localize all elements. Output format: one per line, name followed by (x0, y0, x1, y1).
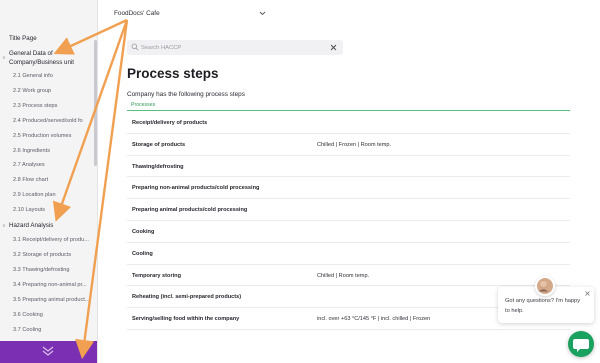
chat-launcher-button[interactable] (568, 331, 594, 357)
chat-message: Got any questions? I'm happy to help. (505, 298, 581, 314)
search-input[interactable] (141, 42, 321, 53)
process-name: Reheating (incl. semi-prepared products) (132, 294, 242, 301)
table-row[interactable]: Cooling (127, 243, 570, 265)
close-icon[interactable] (329, 43, 338, 52)
workspace-selector[interactable]: FoodDocs' Cafe (114, 10, 160, 17)
sidebar-item[interactable]: 2.1 General info (13, 73, 53, 79)
process-name: Thawing/defrosting (132, 163, 184, 170)
chevron-down-icon[interactable]: ∨ (2, 223, 6, 229)
sidebar-item[interactable]: 3.6 Cooking (13, 312, 43, 318)
sidebar-item[interactable]: 3.2 Storage of products (13, 252, 71, 258)
tab-processes[interactable]: Processes (131, 102, 155, 108)
sidebar-item[interactable]: 3.5 Preparing animal product... (13, 297, 90, 303)
process-name: Preparing non-animal products/cold proce… (132, 185, 260, 192)
sidebar-item[interactable]: 2.4 Produced/served/sold fo (13, 118, 83, 124)
table-row[interactable]: Thawing/defrosting (127, 156, 570, 178)
process-name: Receipt/delivery of products (132, 120, 208, 126)
sidebar-section-general-data[interactable]: General Data of Company/Business unit (9, 50, 89, 67)
table-row[interactable]: Preparing animal products/cold processin… (127, 199, 570, 221)
storage-conditions: Chilled | Room temp. (317, 272, 370, 279)
table-row[interactable]: Receipt/delivery of products (127, 112, 570, 134)
storage-conditions: Chilled | Frozen | Room temp. (317, 141, 392, 148)
sidebar-item[interactable]: 3.1 Receipt/delivery of produ... (13, 237, 89, 243)
sidebar-item[interactable]: 2.9 Location plan (13, 192, 56, 198)
sidebar-section-hazard-analysis[interactable]: Hazard Analysis (9, 222, 53, 229)
sidebar-item[interactable]: 2.2 Work group (13, 88, 51, 94)
person-icon (538, 280, 549, 292)
table-row[interactable]: Cooking (127, 221, 570, 243)
sidebar-item[interactable]: 2.8 Flow chart (13, 177, 48, 183)
sidebar-item[interactable]: 2.7 Analyses (13, 162, 45, 168)
sidebar-item[interactable]: 2.5 Production volumes (13, 133, 71, 139)
process-name: Temporary storing (132, 272, 182, 279)
process-name: Cooling (132, 250, 153, 257)
top-header: FoodDocs' Cafe (98, 0, 600, 28)
table-row[interactable]: Storage of products Chilled | Frozen | Ro… (127, 134, 570, 156)
process-name: Storage of products (132, 141, 186, 148)
process-name: Cooking (132, 228, 155, 235)
avatar (535, 276, 555, 296)
sidebar-scrollbar[interactable] (94, 40, 97, 166)
page-title: Process steps (127, 66, 219, 81)
process-name: Preparing animal products/cold processin… (132, 207, 248, 214)
process-name: Serving/selling food within the company (132, 316, 240, 323)
tab-underline (127, 110, 570, 111)
table-row[interactable]: Preparing non-animal products/cold proce… (127, 177, 570, 200)
storage-conditions: incl. over +63 °C/145 °F | incl. chilled… (317, 316, 431, 323)
search-bar (127, 40, 343, 55)
close-icon[interactable] (584, 290, 591, 297)
search-icon (131, 43, 139, 51)
sidebar-item[interactable]: 2.10 Layouts (13, 207, 45, 213)
sidebar-item[interactable]: 2.6 Ingredients (13, 148, 50, 154)
sidebar-item-title-page[interactable]: Title Page (9, 35, 37, 42)
chat-bubble-icon (573, 339, 589, 352)
sidebar-item[interactable]: 3.7 Cooling (13, 327, 41, 333)
sidebar: Title Page ∨ General Data of Company/Bus… (0, 0, 98, 363)
sidebar-footer (0, 341, 97, 363)
sidebar-item[interactable]: 3.3 Thawing/defrosting (13, 267, 70, 273)
table-row[interactable]: Temporary storing Chilled | Room temp. (127, 265, 570, 287)
sidebar-item[interactable]: 3.4 Preparing non-animal pr... (13, 282, 87, 288)
chevron-down-icon[interactable]: ∨ (2, 55, 6, 61)
sidebar-item[interactable]: 2.3 Process steps (13, 103, 57, 109)
intro-text: Company has the following process steps (127, 91, 245, 98)
double-chevron-down-icon[interactable] (40, 345, 56, 357)
chevron-down-icon[interactable] (259, 10, 266, 17)
